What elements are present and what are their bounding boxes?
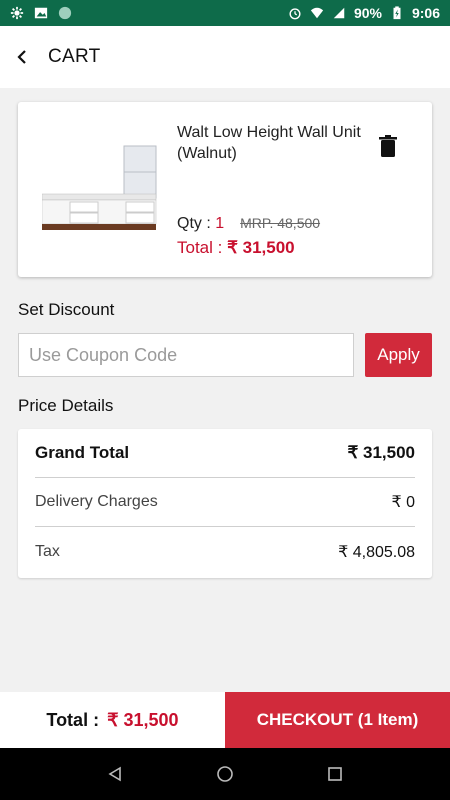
back-arrow-icon[interactable] <box>14 49 30 65</box>
tax-label: Tax <box>35 542 60 560</box>
item-total-value: ₹ 31,500 <box>227 238 295 257</box>
item-total-row: Total : ₹ 31,500 <box>177 238 295 258</box>
cart-item-card[interactable]: Walt Low Height Wall Unit (Walnut) Qty :… <box>18 102 432 277</box>
tax-value: ₹ 4,805.08 <box>338 543 415 561</box>
nav-home-icon[interactable] <box>210 759 240 789</box>
image-icon <box>34 7 48 19</box>
product-image[interactable] <box>42 142 162 237</box>
page-title: CART <box>48 46 101 67</box>
system-nav-bar <box>0 748 450 800</box>
grand-total-value: ₹ 31,500 <box>347 443 415 462</box>
quantity-row: Qty : 1 MRP. 48,500 <box>177 215 320 233</box>
grand-total-label: Grand Total <box>35 443 130 462</box>
delivery-charges-value: ₹ 0 <box>391 494 415 511</box>
signal-icon <box>333 7 345 19</box>
footer-total: Total : ₹ 31,500 <box>0 692 225 748</box>
mrp-price: MRP. 48,500 <box>240 215 321 231</box>
checkout-bar: Total : ₹ 31,500 CHECKOUT (1 Item) <box>0 692 450 748</box>
qty-label: Qty : <box>177 215 211 232</box>
delivery-charges-label: Delivery Charges <box>35 493 158 510</box>
status-right: 90% 9:06 <box>288 5 440 21</box>
settings-icon <box>10 6 24 20</box>
circle-icon <box>58 6 72 20</box>
clock: 9:06 <box>411 5 440 21</box>
battery-percent: 90% <box>353 5 382 21</box>
trash-icon[interactable] <box>377 134 399 158</box>
nav-recents-icon[interactable] <box>320 759 350 789</box>
apply-coupon-button[interactable]: Apply <box>365 333 432 377</box>
item-total-label: Total : <box>177 238 223 257</box>
product-name[interactable]: Walt Low Height Wall Unit (Walnut) <box>177 122 367 164</box>
status-left-icons <box>10 6 72 20</box>
grand-total-row: Grand Total ₹ 31,500 <box>35 429 415 478</box>
tax-row: Tax ₹ 4,805.08 <box>35 527 415 576</box>
footer-total-label: Total : <box>46 709 100 730</box>
nav-back-icon[interactable] <box>100 759 130 789</box>
wifi-icon <box>310 7 324 19</box>
delivery-charges-row: Delivery Charges ₹ 0 <box>35 478 415 527</box>
discount-section-title: Set Discount <box>18 300 115 319</box>
price-details-card: Grand Total ₹ 31,500 Delivery Charges ₹ … <box>18 429 432 578</box>
coupon-code-input[interactable] <box>18 333 354 377</box>
qty-value[interactable]: 1 <box>215 215 224 232</box>
alarm-icon <box>289 8 301 20</box>
price-details-title: Price Details <box>18 396 114 415</box>
battery-icon <box>393 6 401 20</box>
checkout-button[interactable]: CHECKOUT (1 Item) <box>225 692 450 748</box>
footer-total-value: ₹ 31,500 <box>107 709 179 730</box>
status-bar: 90% 9:06 <box>0 0 450 26</box>
app-bar: CART <box>0 26 450 88</box>
